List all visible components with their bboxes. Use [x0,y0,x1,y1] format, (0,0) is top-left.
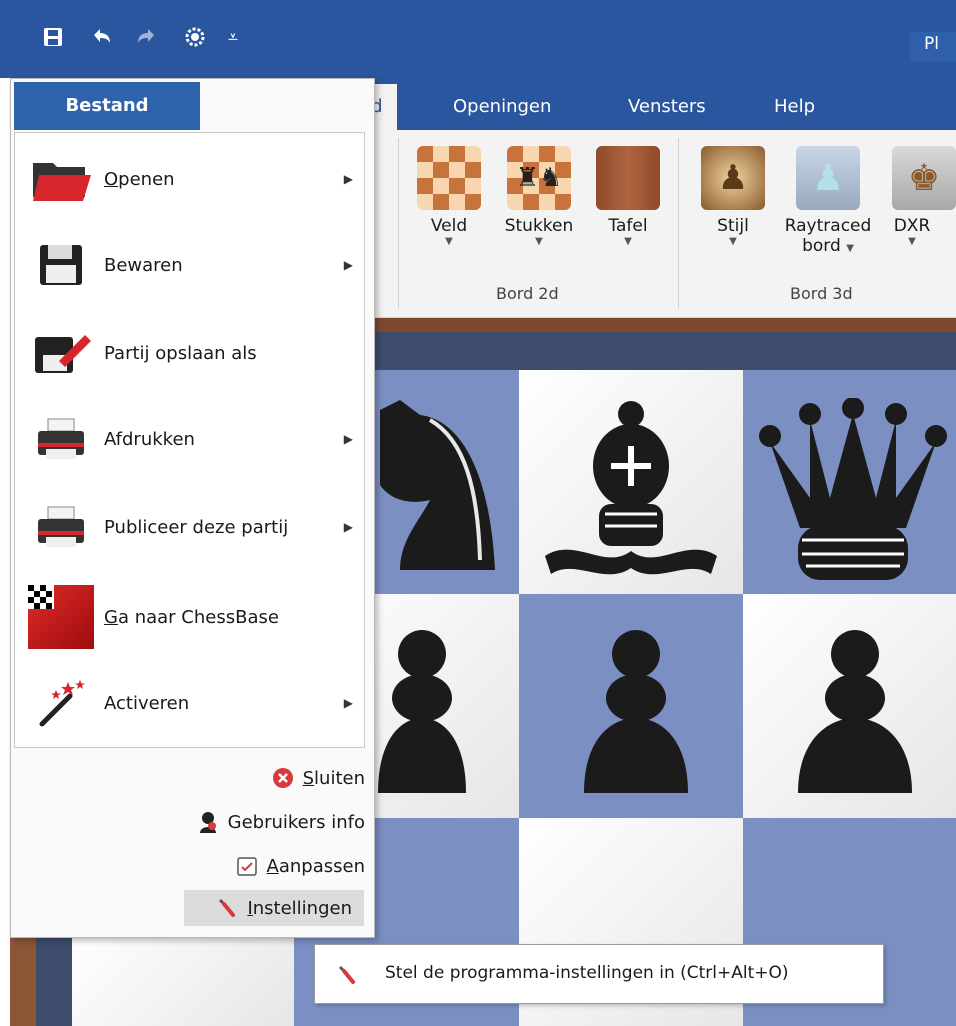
user-info-icon [196,810,220,834]
save-as-icon [28,321,94,385]
customize-dropdown-icon[interactable]: ⩡ [226,24,240,50]
menu-item-partij-opslaan-als[interactable]: Partij opslaan als [14,310,365,396]
stukken-button[interactable]: ♜♞ Stukken ▼ [494,146,584,248]
black-pawn-piece[interactable] [580,628,692,793]
submenu-arrow-icon: ▶ [343,432,353,446]
sluiten-button[interactable]: Sluiten [271,760,365,796]
chessbase-icon [28,585,94,649]
gebruikers-info-button[interactable]: Gebruikers info [196,804,365,840]
engine-icon[interactable] [182,24,208,50]
app-title: Pl [910,32,956,62]
magic-wand-icon [28,671,94,735]
black-knight-piece[interactable] [360,390,510,580]
floppy-disk-icon [28,233,94,297]
undo-icon[interactable] [88,24,114,50]
black-bishop-piece[interactable] [545,396,717,586]
ribbon-separator [678,138,679,308]
tooltip: Stel de programma-instellingen in (Ctrl+… [314,944,884,1004]
tooltip-text: Stel de programma-instellingen in (Ctrl+… [385,963,789,983]
black-pawn-piece[interactable] [372,628,472,793]
menu-item-bewaren[interactable]: Bewaren ▶ [14,222,365,308]
submenu-arrow-icon: ▶ [343,520,353,534]
submenu-arrow-icon: ▶ [343,696,353,710]
board-wood-border [10,938,36,1026]
ribbon-separator [398,138,399,308]
board-square[interactable] [72,938,294,1026]
submenu-arrow-icon: ▶ [343,258,353,272]
black-queen-piece[interactable] [758,398,948,588]
menu-item-ga-naar-chessbase[interactable]: Ga naar ChessBase [14,574,365,660]
folder-open-icon [28,147,94,211]
tafel-button[interactable]: Tafel ▼ [594,146,662,248]
customize-icon [235,854,259,878]
wrench-icon [335,963,359,987]
title-bar: ⩡ Pl [0,0,956,78]
aanpassen-button[interactable]: Aanpassen [235,848,365,884]
chevron-down-icon: ▼ [445,236,453,247]
raytraced-piece-icon: ♟ [796,146,860,210]
menu-item-activeren[interactable]: Activeren ▶ [14,660,365,746]
redo-icon[interactable] [134,24,160,50]
chevron-down-icon: ▼ [624,236,632,247]
save-icon[interactable] [40,24,66,50]
submenu-arrow-icon: ▶ [343,172,353,186]
menu-item-openen[interactable]: Openen ▶ [14,136,365,222]
tab-vensters[interactable]: Vensters [628,84,706,130]
tab-help[interactable]: Help [774,84,815,130]
stijl-button[interactable]: ♟ Stijl ▼ [698,146,768,248]
table-wood-icon [596,146,660,210]
chevron-down-icon: ▼ [908,236,916,247]
menu-item-afdrukken[interactable]: Afdrukken ▶ [14,396,365,482]
veld-button[interactable]: Veld ▼ [412,146,486,248]
black-pawn-piece[interactable] [794,628,916,793]
chevron-down-icon: ▼ [729,236,737,247]
3d-pieces-icon: ♟ [701,146,765,210]
tab-bestand[interactable]: Bestand [14,82,200,130]
ribbon-group-label: Bord 3d [790,284,853,303]
instellingen-button[interactable]: Instellingen [184,890,364,926]
menu-item-publiceer-deze-partij[interactable]: Publiceer deze partij ▶ [14,484,365,570]
close-red-icon [271,766,295,790]
publish-printer-icon [28,495,94,559]
chess-pieces-icon: ♜♞ [507,146,571,210]
dxr-button[interactable]: ♚ DXR ▼ [892,146,956,248]
chevron-down-icon: ▼ [535,236,543,247]
wrench-icon [215,896,239,920]
dxr-piece-icon: ♚ [892,146,956,210]
board-squares-icon [417,146,481,210]
board-frame-edge [36,938,72,1026]
ribbon-group-label: Bord 2d [496,284,559,303]
chevron-down-icon: ▼ [846,243,854,254]
tab-openingen[interactable]: Openingen [453,84,551,130]
printer-icon [28,407,94,471]
raytraced-bord-button[interactable]: ♟ Raytraced bord ▼ [776,146,880,256]
